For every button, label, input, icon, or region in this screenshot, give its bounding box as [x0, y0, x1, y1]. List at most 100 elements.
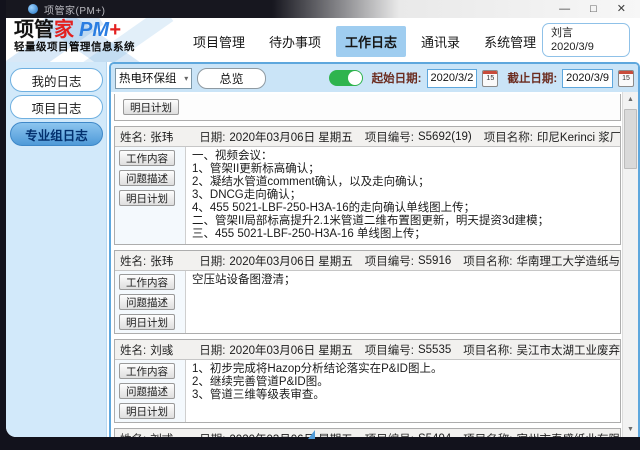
name-label: 姓名: [120, 342, 146, 358]
tomorrow-plan-button[interactable]: 明日计划 [119, 314, 175, 330]
work-content-button[interactable]: 工作内容 [119, 150, 175, 166]
log-entry: 姓名: 刘彧 日期: 2020年03月06日 星期五 项目编号: S5494 项… [114, 428, 621, 437]
tab-system-management[interactable]: 系统管理 [475, 26, 545, 57]
window-title: 项管家(PM+) [44, 2, 106, 17]
logo-text-red: 家 [54, 19, 74, 41]
project-no-label: 项目编号: [365, 129, 414, 145]
problem-description-button[interactable]: 问题描述 [119, 383, 175, 399]
main-panel: 热电环保组 ▾ 总览 起始日期: 2020/3/2 15 截止日期: 2020/… [109, 62, 640, 437]
name-label: 姓名: [120, 253, 146, 269]
content-line: 3、管道三维等级表审查。 [192, 389, 442, 402]
log-entry-header: 姓名: 刘彧 日期: 2020年03月06日 星期五 项目编号: S5494 项… [115, 429, 620, 437]
user-name: 刘言 [551, 26, 621, 40]
group-select-value: 热电环保组 [119, 70, 177, 86]
entry-content: 空压站设备图澄清； [186, 271, 302, 333]
filter-bar: 热电环保组 ▾ 总览 起始日期: 2020/3/2 15 截止日期: 2020/… [111, 64, 638, 93]
name-value: 张玮 [150, 129, 173, 145]
entry-content: 一、视频会议：1、管架II更新标高确认；2、凝结水管道comment确认，以及走… [186, 147, 555, 244]
log-entry-body: 工作内容问题描述明日计划 一、视频会议：1、管架II更新标高确认；2、凝结水管道… [115, 147, 620, 244]
window-titlebar: 项管家(PM+) — □ ✕ [6, 0, 640, 18]
content-line: 3、DNCG走向确认； [192, 189, 549, 202]
group-select[interactable]: 热电环保组 ▾ [115, 68, 192, 89]
log-entry-body: 工作内容问题描述明日计划 空压站设备图澄清； [115, 271, 620, 333]
tab-contacts[interactable]: 通讯录 [412, 26, 469, 57]
app-header: 项管家PM+ 轻量级项目管理信息系统 项目管理 待办事项 工作日志 通讯录 系统… [6, 18, 640, 62]
vertical-scrollbar[interactable]: ▲ ▼ [622, 92, 638, 437]
work-content-button[interactable]: 工作内容 [119, 363, 175, 379]
date-filter-toggle[interactable] [329, 70, 363, 86]
content-line: 空压站设备图澄清； [192, 274, 296, 287]
tab-project-management[interactable]: 项目管理 [184, 26, 254, 57]
app-window: 项管家(PM+) — □ ✕ 项管家PM+ 轻量级项目管理信息系统 项目管理 待… [6, 0, 640, 437]
entry-content: 1、初步完成将Hazop分析结论落实在P&ID图上。2、继续完善管道P&ID图。… [186, 360, 448, 422]
content-line: 1、管架II更新标高确认； [192, 163, 549, 176]
project-no-value: S5692(19) [418, 131, 472, 143]
scrollbar-thumb[interactable] [624, 109, 637, 169]
log-entry: 姓名: 张玮 日期: 2020年03月06日 星期五 项目编号: S5692(1… [114, 126, 621, 245]
content-line: 2、凝结水管道comment确认，以及走向确认； [192, 176, 549, 189]
logo-text-black: 项管 [14, 19, 54, 41]
project-no-value: S5535 [418, 344, 451, 356]
log-entry-header: 姓名: 张玮 日期: 2020年03月06日 星期五 项目编号: S5916 项… [115, 251, 620, 271]
desktop-background-strip [0, 437, 640, 450]
date-value: 2020年03月06日 星期五 [229, 129, 352, 145]
content-line: 二、管架II局部标高提升2.1米管道二维布置图更新，明天提资3d建模； [192, 215, 549, 228]
project-name-label: 项目名称: [463, 253, 512, 269]
partial-log-entry: 明日计划 [114, 94, 621, 121]
maximize-icon[interactable]: □ [590, 4, 597, 15]
project-name-value: 吴江市太湖工业废弃物处理有限公 [516, 342, 620, 358]
calendar-icon[interactable]: 15 [618, 70, 634, 87]
log-entry-body: 工作内容问题描述明日计划 1、初步完成将Hazop分析结论落实在P&ID图上。2… [115, 360, 620, 422]
project-name-value: 华南理工大学造纸与污染控制国家 [516, 253, 620, 269]
entry-button-column: 工作内容问题描述明日计划 [115, 147, 186, 244]
project-no-value: S5916 [418, 255, 451, 267]
sidebar-item-my-log[interactable]: 我的日志 [10, 68, 103, 92]
user-info-box[interactable]: 刘言 2020/3/9 [542, 23, 630, 57]
end-date-input[interactable]: 2020/3/9 [562, 69, 613, 88]
content-line: 4、455 5021-LBF-250-H3A-16的走向确认单线图上传； [192, 202, 549, 215]
app-logo: 项管家PM+ 轻量级项目管理信息系统 [14, 19, 135, 54]
resize-indicator [308, 430, 315, 439]
entry-button-column: 工作内容问题描述明日计划 [115, 271, 186, 333]
end-date-label: 截止日期: [507, 70, 557, 86]
date-label: 日期: [199, 253, 225, 269]
tomorrow-plan-button[interactable]: 明日计划 [119, 190, 175, 206]
log-entry-header: 姓名: 刘彧 日期: 2020年03月06日 星期五 项目编号: S5535 项… [115, 340, 620, 360]
main-nav-tabs: 项目管理 待办事项 工作日志 通讯录 系统管理 [184, 26, 545, 57]
content-line: 2、继续完善管道P&ID图。 [192, 376, 442, 389]
sidebar: 我的日志 项目日志 专业组日志 [6, 62, 107, 437]
calendar-icon[interactable]: 15 [482, 70, 498, 87]
name-label: 姓名: [120, 129, 146, 145]
date-value: 2020年03月06日 星期五 [229, 253, 352, 269]
problem-description-button[interactable]: 问题描述 [119, 294, 175, 310]
log-entry: 姓名: 刘彧 日期: 2020年03月06日 星期五 项目编号: S5535 项… [114, 339, 621, 423]
scroll-up-icon[interactable]: ▲ [623, 92, 638, 107]
close-icon[interactable]: ✕ [617, 4, 626, 15]
problem-description-button[interactable]: 问题描述 [119, 170, 175, 186]
work-content-button[interactable]: 工作内容 [119, 274, 175, 290]
app-subtitle: 轻量级项目管理信息系统 [14, 41, 135, 54]
date-value: 2020年03月06日 星期五 [229, 342, 352, 358]
log-list-area: 明日计划 姓名: 张玮 日期: 2020年03月06日 星期五 项目编号: S5… [111, 92, 638, 437]
date-label: 日期: [199, 342, 225, 358]
tab-work-log[interactable]: 工作日志 [336, 26, 406, 57]
name-value: 刘彧 [150, 342, 173, 358]
tab-todo-items[interactable]: 待办事项 [260, 26, 330, 57]
chevron-down-icon: ▾ [184, 74, 188, 83]
sidebar-item-project-log[interactable]: 项目日志 [10, 95, 103, 119]
start-date-label: 起始日期: [372, 70, 422, 86]
content-line: 三、455 5021-LBF-250-H3A-16 单线图上传； [192, 228, 549, 241]
project-no-label: 项目编号: [365, 342, 414, 358]
content-line: 1、初步完成将Hazop分析结论落实在P&ID图上。 [192, 363, 442, 376]
log-entry-header: 姓名: 张玮 日期: 2020年03月06日 星期五 项目编号: S5692(1… [115, 127, 620, 147]
overview-button[interactable]: 总览 [197, 68, 265, 89]
date-label: 日期: [199, 129, 225, 145]
tomorrow-plan-button[interactable]: 明日计划 [123, 99, 179, 115]
sidebar-item-group-log[interactable]: 专业组日志 [10, 122, 103, 146]
start-date-input[interactable]: 2020/3/2 [427, 69, 478, 88]
tomorrow-plan-button[interactable]: 明日计划 [119, 403, 175, 419]
logo-plus: + [109, 19, 121, 41]
minimize-icon[interactable]: — [559, 4, 570, 15]
entry-button-column: 工作内容问题描述明日计划 [115, 360, 186, 422]
scroll-down-icon[interactable]: ▼ [623, 422, 638, 437]
